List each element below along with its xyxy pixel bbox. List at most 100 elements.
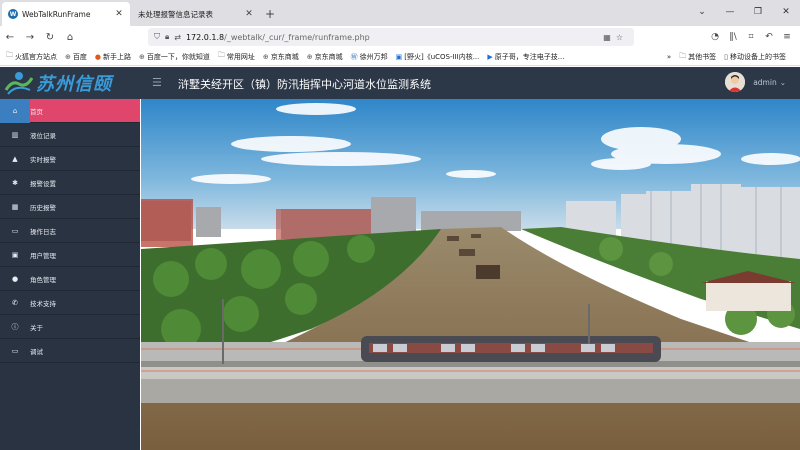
bookmark-item[interactable]: ⊕ 百度一下，你就知道 (139, 52, 210, 62)
warning-icon: ▲ (12, 154, 18, 163)
tab-label: WebTalkRunFrame (22, 9, 91, 19)
sidebar-item-alarm-settings[interactable]: ✱ 报警设置 (0, 171, 140, 195)
monitor-icon: ▭ (11, 346, 19, 355)
firefox-icon: ● (94, 52, 101, 61)
chevron-right-icon[interactable]: » (667, 53, 671, 61)
globe-icon: ⊕ (262, 52, 269, 61)
home-icon: ⌂ (0, 98, 30, 123)
bookmark-item[interactable]: 🗀︎ 常用网址 (218, 51, 255, 62)
bookmark-item[interactable]: 🗀︎ 火狐官方站点 (6, 51, 57, 62)
reload-icon[interactable]: ↻ (40, 27, 60, 47)
sidebar-item-history-alarm[interactable]: ▦ 历史报警 (0, 195, 140, 219)
logo-text: 苏州信颐 (36, 74, 112, 95)
bookmark-item[interactable]: ⊕ 京东商城 (263, 52, 299, 62)
sidebar-item-role-management[interactable]: ● 角色管理 (0, 267, 140, 291)
url-text[interactable]: 172.0.1.8/_webtalk/_cur/_frame/runframe.… (186, 33, 603, 42)
back-icon[interactable]: ← (0, 27, 20, 47)
info-icon: ⓘ (11, 322, 19, 331)
sidebar-item-level-records[interactable]: ▥ 液位记录 (0, 123, 140, 147)
app-header: 苏州信颐 ☰ 浒墅关经开区（镇）防汛指挥中心河道水位监测系统 admin ⌄ (0, 67, 800, 99)
lock-icon[interactable]: 🔒︎ (165, 32, 169, 42)
logo-mark-icon (4, 72, 34, 95)
browser-nav-bar: ← → ↻ ⌂ ⛉ 🔒︎ ⇄ 172.0.1.8/_webtalk/_cur/_… (0, 26, 800, 48)
sidebar-item-label: 液位记录 (30, 131, 56, 140)
user-menu[interactable]: admin ⌄ (725, 72, 786, 92)
undo-icon[interactable]: ↶ (760, 28, 778, 46)
star-icon[interactable]: ☆ (616, 33, 623, 42)
library-icon[interactable]: ‖\ (724, 28, 742, 46)
globe-icon: ⊕ (138, 52, 145, 61)
river-city-scene (141, 99, 800, 450)
sidebar-item-about[interactable]: ⓘ 关于 (0, 315, 140, 339)
avatar[interactable] (725, 72, 746, 92)
bookmark-item[interactable]: ● 新手上路 (95, 52, 131, 62)
mobile-icon: ▯ (724, 53, 728, 61)
logo: 苏州信颐 (0, 67, 140, 99)
pocket-icon[interactable]: ◔ (706, 28, 724, 46)
gear-icon: ✱ (12, 178, 18, 187)
menu-toggle-icon[interactable]: ☰ (152, 76, 162, 89)
calendar-icon: ▦ (11, 202, 19, 211)
play-icon: ▶ (487, 52, 493, 61)
bookmark-item[interactable]: Ⓦ 徐州万邦 (351, 52, 388, 62)
window-controls: ⌄ — ❐ ✕ (688, 0, 800, 24)
page-title: 浒墅关经开区（镇）防汛指挥中心河道水位监测系统 (178, 78, 431, 91)
phone-icon: ✆ (12, 298, 18, 307)
toolbar-right: ◔ ‖\ ⌗ ↶ ≡ (706, 28, 796, 46)
bookmark-item[interactable]: 🗀︎ 其他书签 (679, 52, 716, 63)
sidebar-item-label: 技术支持 (30, 299, 56, 308)
sidebar-item-label: 关于 (30, 323, 43, 332)
person-icon: ● (11, 274, 19, 283)
restore-icon[interactable]: ❐ (744, 0, 772, 24)
tab-webtalkrunframe[interactable]: W WebTalkRunFrame ✕ (2, 2, 130, 26)
bookmark-item[interactable]: ▯ 移动设备上的书签 (724, 52, 786, 62)
new-tab-button[interactable]: + (260, 2, 280, 26)
url-bar[interactable]: ⛉ 🔒︎ ⇄ 172.0.1.8/_webtalk/_cur/_frame/ru… (148, 28, 634, 46)
bookmark-item[interactable]: ⊕ 京东商城 (307, 52, 343, 62)
sidebar-item-label: 调试 (30, 347, 43, 356)
globe-icon: ⊕ (65, 52, 71, 61)
home-banner-image (141, 99, 800, 450)
connection-icon[interactable]: ⇄ (174, 33, 181, 42)
tab-label: 未处理报警信息记录表 (138, 9, 213, 19)
user-name: admin (753, 77, 777, 87)
close-icon[interactable]: ✕ (772, 0, 800, 24)
globe-icon: ⊕ (306, 52, 313, 61)
sidebar-item-label: 历史报警 (30, 203, 56, 212)
sidebar-item-label: 首页 (30, 107, 43, 116)
bookmarks-bar: 🗀︎ 火狐官方站点 ⊕ 百度 ● 新手上路 ⊕ 百度一下，你就知道 🗀︎ 常用网址 ⊕ 京东… (0, 48, 800, 66)
sidebar-item-label: 用户管理 (30, 251, 56, 260)
sidebar-item-label: 实时报警 (30, 155, 56, 164)
menu-icon[interactable]: ≡ (778, 28, 796, 46)
close-icon[interactable]: ✕ (114, 9, 124, 19)
minimize-icon[interactable]: — (716, 0, 744, 24)
sidebar-item-realtime-alarm[interactable]: ▲ 实时报警 (0, 147, 140, 171)
browser-tab-bar: W WebTalkRunFrame ✕ 未处理报警信息记录表 ✕ + ⌄ — ❐… (0, 0, 800, 26)
user-card-icon: ▣ (11, 250, 19, 259)
screenshot-icon[interactable]: ⌗ (742, 28, 760, 46)
close-icon[interactable]: ✕ (244, 9, 254, 19)
sidebar-item-label: 报警设置 (30, 179, 56, 188)
bookmark-item[interactable]: ▶ 原子哥，专注电子技... (487, 52, 564, 62)
chevron-down-icon[interactable]: ⌄ (688, 0, 716, 24)
sidebar-item-home[interactable]: ⌂ 首页 (0, 98, 140, 123)
sidebar-item-tech-support[interactable]: ✆ 技术支持 (0, 291, 140, 315)
bookmarks-right: » 🗀︎ 其他书签 ▯ 移动设备上的书签 (667, 48, 794, 66)
shield-icon[interactable]: ⛉ (154, 32, 160, 42)
sidebar-item-user-management[interactable]: ▣ 用户管理 (0, 243, 140, 267)
sidebar-item-operation-log[interactable]: ▭ 操作日志 (0, 219, 140, 243)
folder-icon: 🗀︎ (679, 51, 687, 60)
folder-icon: 🗀︎ (217, 51, 225, 59)
chevron-down-icon: ⌄ (779, 77, 786, 87)
monitor-icon: ▭ (11, 226, 19, 235)
home-icon[interactable]: ⌂ (60, 27, 80, 47)
sidebar-item-label: 操作日志 (30, 227, 56, 236)
bookmark-item[interactable]: ⊕ 百度 (65, 52, 87, 62)
sidebar-item-debug[interactable]: ▭ 调试 (0, 339, 140, 363)
qr-icon[interactable]: ▦ (603, 33, 611, 42)
bookmark-item[interactable]: ▣ [野火]《uCOS-III内核... (396, 52, 480, 62)
forward-icon[interactable]: → (20, 27, 40, 47)
chart-icon: ▥ (11, 130, 19, 139)
tab-alarm-records[interactable]: 未处理报警信息记录表 ✕ (132, 2, 260, 26)
w-icon: Ⓦ (350, 52, 358, 61)
